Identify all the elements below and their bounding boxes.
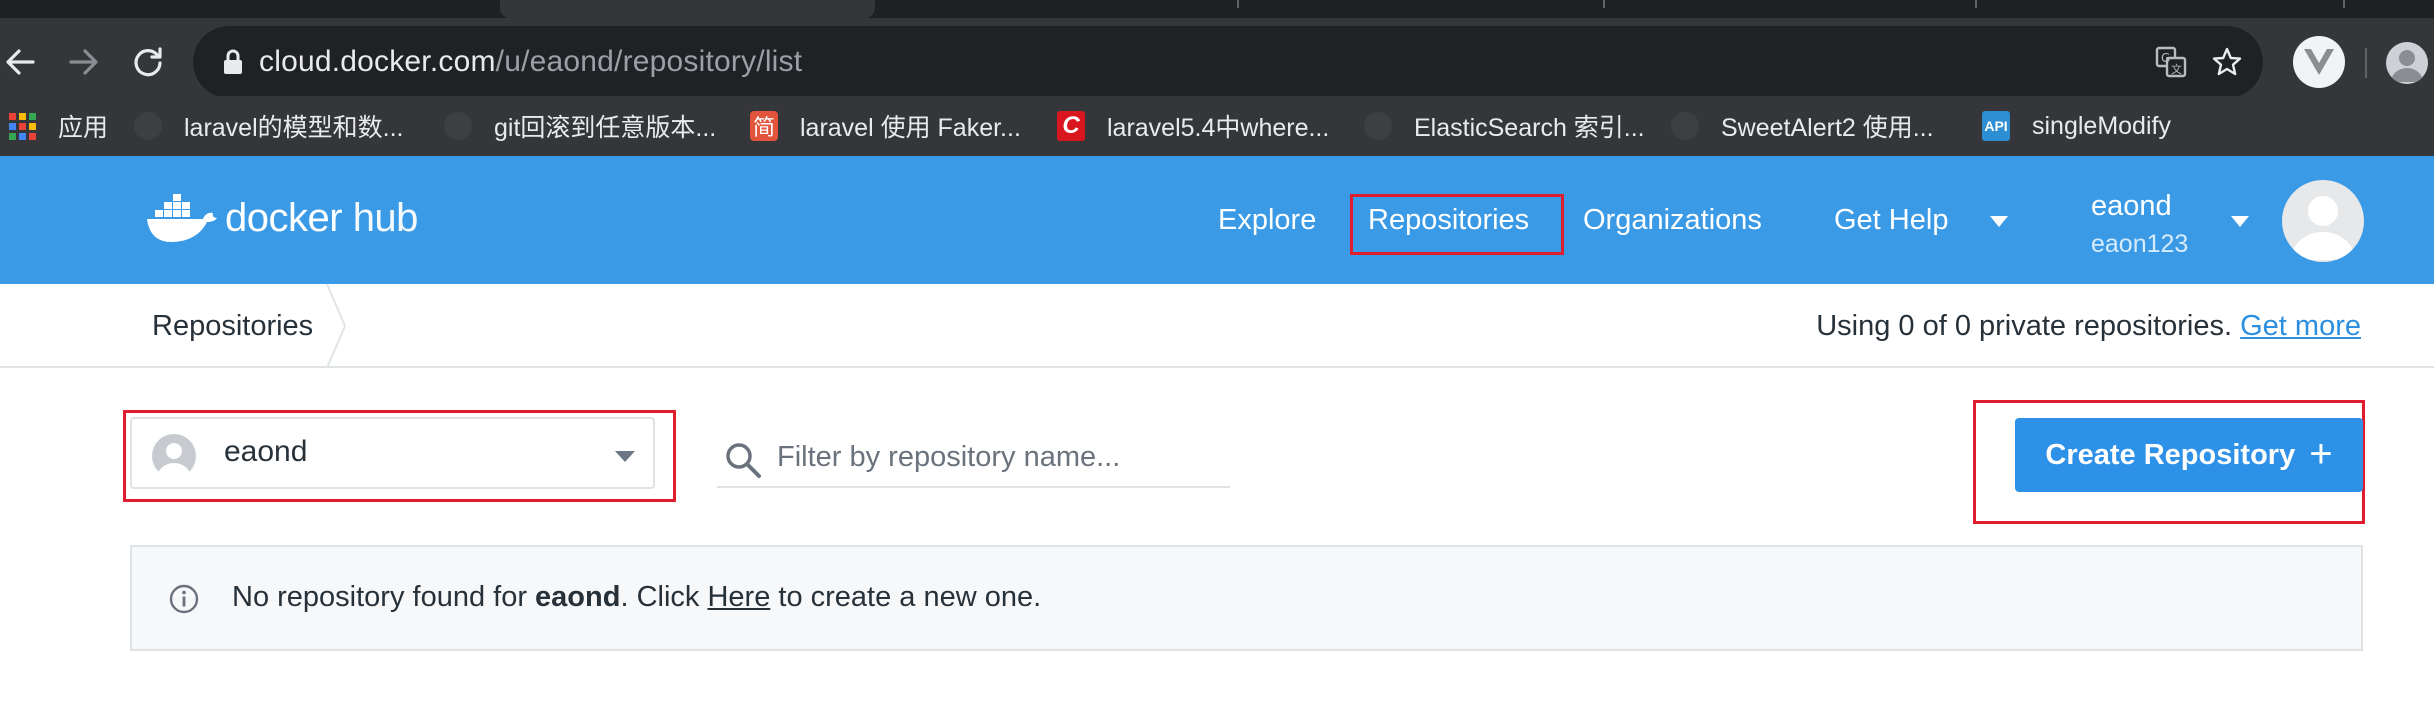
chevron-down-icon xyxy=(615,451,635,462)
bookmark-apps[interactable]: 应用 xyxy=(8,96,108,156)
nav-explore[interactable]: Explore xyxy=(1218,196,1316,244)
api-icon: API xyxy=(1982,111,2010,141)
empty-state-text: No repository found for eaond. Click Her… xyxy=(232,581,1041,614)
logo-hub-text: hub xyxy=(352,195,419,240)
site-favicon-icon xyxy=(1671,112,1699,140)
lock-icon xyxy=(219,48,247,76)
bookmark-item[interactable]: API singleModify xyxy=(1982,96,2171,156)
bookmark-label: 应用 xyxy=(58,114,109,142)
plus-icon: + xyxy=(2309,431,2333,476)
jianshu-icon: 简 xyxy=(750,111,778,141)
bookmark-item[interactable]: 简 laravel 使用 Faker... xyxy=(750,96,1021,156)
breadcrumb-chevron-icon xyxy=(326,284,347,368)
user-menu-chevron-down-icon[interactable] xyxy=(2231,216,2249,227)
browser-tab-strip xyxy=(0,0,2434,18)
bookmark-item[interactable]: git回滚到任意版本... xyxy=(444,96,716,156)
empty-state-prefix: No repository found for xyxy=(232,581,527,613)
bookmark-label: SweetAlert2 使用... xyxy=(1721,114,1934,142)
breadcrumb-repositories[interactable]: Repositories xyxy=(152,310,313,343)
tab-separator xyxy=(1237,0,1239,8)
get-more-link[interactable]: Get more xyxy=(2240,310,2361,342)
info-icon xyxy=(168,583,200,615)
bookmark-label: laravel 使用 Faker... xyxy=(800,114,1021,142)
apps-grid-icon xyxy=(8,112,36,140)
site-favicon-icon xyxy=(1364,112,1392,140)
bookmark-label: ElasticSearch 索引... xyxy=(1414,114,1645,142)
private-repo-usage: Using 0 of 0 private repositories. Get m… xyxy=(1816,310,2361,343)
url-host: cloud.docker.com xyxy=(259,45,496,78)
bookmark-label: git回滚到任意版本... xyxy=(494,114,717,142)
hub-header: docker hub Explore Repositories Organiza… xyxy=(0,156,2434,284)
browser-active-tab[interactable] xyxy=(500,0,875,18)
bookmark-item[interactable]: SweetAlert2 使用... xyxy=(1671,96,1934,156)
repository-filter xyxy=(717,430,1230,488)
toolbar-divider xyxy=(2365,48,2367,78)
namespace-avatar xyxy=(152,434,196,478)
bookmark-label: laravel的模型和数... xyxy=(184,114,404,142)
bookmark-label: singleModify xyxy=(2032,111,2171,140)
bookmark-item[interactable]: C laravel5.4中where... xyxy=(1057,96,1329,156)
filter-input[interactable] xyxy=(777,436,1217,478)
user-name[interactable]: eaond xyxy=(2091,190,2172,223)
bookmark-label: laravel5.4中where... xyxy=(1107,114,1330,142)
create-repository-button[interactable]: Create Repository + xyxy=(2015,418,2363,492)
url-path: /u/eaond/repository/list xyxy=(495,45,803,78)
breadcrumb-bar: Repositories Using 0 of 0 private reposi… xyxy=(0,284,2434,368)
create-repository-label: Create Repository xyxy=(2045,438,2296,471)
docker-hub-logo[interactable]: docker hub xyxy=(145,188,418,248)
star-bookmark-icon[interactable] xyxy=(2209,44,2245,80)
empty-state-notice: No repository found for eaond. Click Her… xyxy=(130,545,2363,651)
bookmark-item[interactable]: laravel的模型和数... xyxy=(134,96,403,156)
forward-arrow-icon[interactable] xyxy=(64,42,104,82)
site-favicon-icon xyxy=(134,112,162,140)
namespace-value: eaond xyxy=(224,435,308,468)
docker-whale-icon xyxy=(147,194,217,242)
tab-separator xyxy=(2343,0,2345,8)
site-favicon-icon xyxy=(444,112,472,140)
bookmark-item[interactable]: ElasticSearch 索引... xyxy=(1364,96,1645,156)
svg-text:G: G xyxy=(2161,51,2170,65)
empty-state-suffix: to create a new one. xyxy=(778,581,1042,613)
reload-icon[interactable] xyxy=(128,42,168,82)
translate-icon[interactable]: G文 xyxy=(2153,44,2189,80)
tab-separator xyxy=(1603,0,1605,8)
create-here-link[interactable]: Here xyxy=(707,581,770,613)
back-arrow-icon[interactable] xyxy=(0,42,40,82)
browser-profile-avatar-icon[interactable] xyxy=(2386,42,2428,84)
logo-docker-text: docker xyxy=(225,195,343,240)
vue-extension-icon[interactable] xyxy=(2293,36,2345,88)
address-bar[interactable]: cloud.docker.com/u/eaond/repository/list… xyxy=(193,26,2263,98)
url-text: cloud.docker.com/u/eaond/repository/list xyxy=(259,44,802,80)
user-avatar[interactable] xyxy=(2282,180,2364,262)
bookmarks-bar: 应用 laravel的模型和数... git回滚到任意版本... 简 larav… xyxy=(0,96,2434,156)
get-help-chevron-down-icon[interactable] xyxy=(1990,216,2008,227)
namespace-select[interactable]: eaond xyxy=(130,417,655,489)
nav-repositories[interactable]: Repositories xyxy=(1368,196,1529,244)
user-subtitle: eaon123 xyxy=(2091,230,2189,258)
usage-text: Using 0 of 0 private repositories. xyxy=(1816,310,2233,342)
empty-state-middle: . Click xyxy=(620,581,700,613)
search-icon xyxy=(723,440,763,480)
tab-separator xyxy=(1975,0,1977,8)
svg-text:文: 文 xyxy=(2171,62,2182,76)
empty-state-namespace: eaond xyxy=(535,581,621,613)
browser-toolbar: cloud.docker.com/u/eaond/repository/list… xyxy=(0,18,2434,108)
csdn-icon: C xyxy=(1057,111,1085,141)
nav-get-help[interactable]: Get Help xyxy=(1834,196,1948,244)
nav-organizations[interactable]: Organizations xyxy=(1583,196,1762,244)
